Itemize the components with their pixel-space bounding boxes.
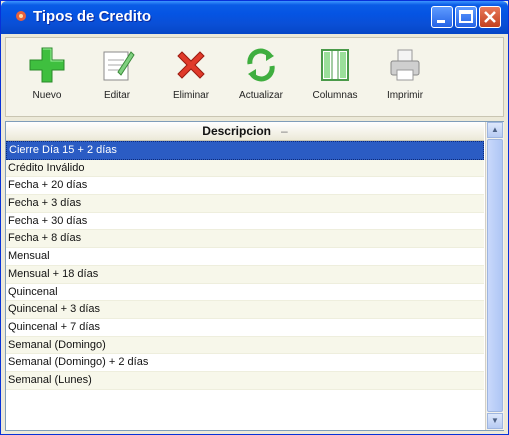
description-grid[interactable]: Descripcion – Cierre Día 15 + 2 días Crédi…: [5, 121, 504, 431]
actualizar-label: Actualizar: [239, 90, 283, 101]
column-header-descripcion[interactable]: Descripcion –: [6, 122, 484, 141]
delete-icon: [177, 51, 205, 79]
table-row[interactable]: Semanal (Domingo) + 2 días: [6, 354, 484, 372]
table-row[interactable]: Crédito Inválido: [6, 159, 484, 178]
table-row[interactable]: Quincenal: [6, 284, 484, 302]
minimize-icon: [437, 20, 445, 23]
table-row[interactable]: Fecha + 3 días: [6, 195, 484, 213]
nuevo-label: Nuevo: [32, 90, 62, 101]
maximize-icon: [459, 10, 473, 23]
title-bar[interactable]: Tipos de Credito: [1, 1, 508, 34]
columnas-button[interactable]: Columnas: [302, 44, 368, 112]
editar-label: Editar: [103, 90, 131, 101]
table-row[interactable]: Quincenal + 3 días: [6, 301, 484, 319]
scroll-thumb[interactable]: [487, 139, 503, 412]
nuevo-button[interactable]: Nuevo: [14, 44, 80, 112]
actualizar-button[interactable]: Actualizar: [228, 44, 294, 112]
edit-icon: [103, 51, 135, 81]
imprimir-button[interactable]: Imprimir: [372, 44, 438, 112]
eliminar-label: Eliminar: [172, 90, 210, 101]
plus-icon: [29, 47, 65, 83]
table-row[interactable]: Fecha + 30 días: [6, 213, 484, 231]
vertical-scrollbar[interactable]: ▲ ▼: [485, 122, 504, 430]
maximize-button[interactable]: [455, 6, 477, 28]
table-row[interactable]: Cierre Día 15 + 2 días: [6, 141, 484, 160]
app-icon: [16, 11, 26, 21]
close-button[interactable]: [479, 6, 501, 28]
grid-rows: Cierre Día 15 + 2 días Crédito Inválido Fe…: [6, 141, 484, 390]
table-row[interactable]: Quincenal + 7 días: [6, 319, 484, 337]
window-title: Tipos de Credito: [33, 8, 152, 25]
table-row[interactable]: Mensual + 18 días: [6, 265, 484, 284]
table-row[interactable]: Semanal (Domingo): [6, 336, 484, 355]
eliminar-button[interactable]: Eliminar: [158, 44, 224, 112]
editar-button[interactable]: Editar: [84, 44, 150, 112]
minimize-button[interactable]: [431, 6, 453, 28]
window: Tipos de Credito Nuevo Editar Eliminar A…: [0, 0, 509, 435]
sort-indicator: –: [281, 124, 288, 138]
column-header-label: Descripcion: [202, 124, 271, 138]
table-row[interactable]: Semanal (Lunes): [6, 371, 484, 390]
scroll-down-button[interactable]: ▼: [487, 413, 503, 429]
table-row[interactable]: Mensual: [6, 248, 484, 266]
close-icon: [484, 11, 496, 23]
table-row[interactable]: Fecha + 8 días: [6, 230, 484, 249]
refresh-icon: [247, 48, 275, 82]
columns-icon: [321, 49, 349, 81]
printer-icon: [390, 49, 420, 81]
imprimir-label: Imprimir: [386, 90, 424, 101]
scroll-up-button[interactable]: ▲: [487, 122, 503, 138]
table-row[interactable]: Fecha + 20 días: [6, 177, 484, 196]
toolbar: Nuevo Editar Eliminar Actualizar Columna…: [5, 37, 504, 117]
columnas-label: Columnas: [312, 90, 358, 101]
